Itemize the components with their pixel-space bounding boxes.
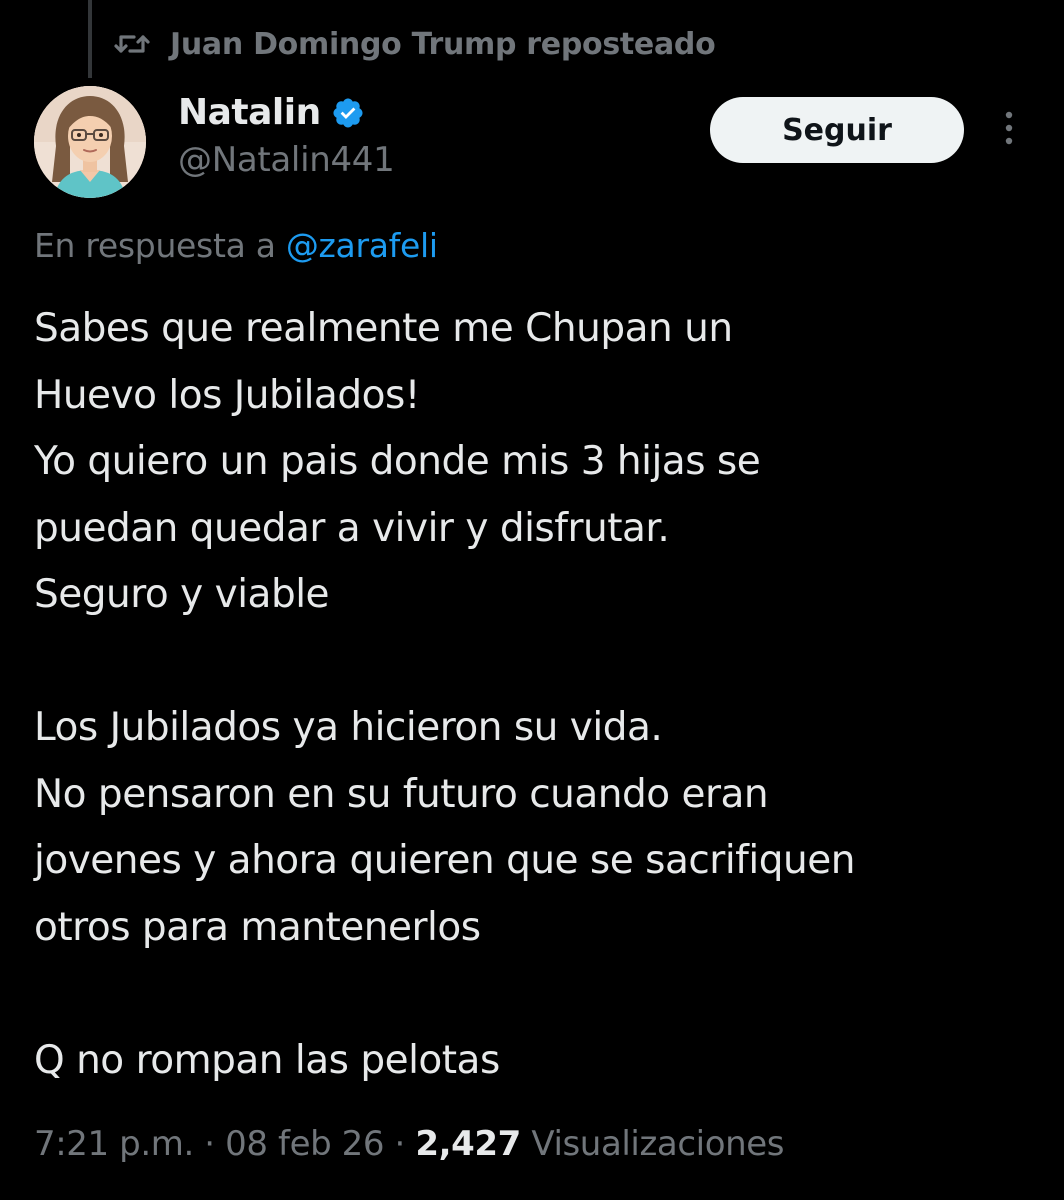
author-handle[interactable]: @Natalin441: [178, 140, 395, 180]
views-label: Visualizaciones: [520, 1124, 785, 1164]
reply-mention-link[interactable]: @zarafeli: [286, 226, 438, 265]
tweet-line: Yo quiero un pais donde mis 3 hijas se: [34, 439, 761, 484]
tweet-line: Seguro y viable: [34, 572, 330, 617]
more-options-button[interactable]: [994, 110, 1024, 150]
tweet-line: Los Jubilados ya hicieron su vida.: [34, 705, 663, 750]
meta-separator: ·: [384, 1124, 416, 1164]
tweet-time[interactable]: 7:21 p.m.: [34, 1124, 194, 1164]
meta-separator: ·: [193, 1124, 226, 1164]
tweet-line: [34, 961, 1044, 1028]
tweet-line: Huevo los Jubilados!: [34, 372, 420, 418]
repost-label[interactable]: Juan Domingo Trump reposteado: [170, 27, 716, 62]
tweet-date[interactable]: 08 feb 26: [225, 1124, 384, 1164]
repost-icon: [114, 29, 150, 59]
tweet-line: puedan quedar a vivir y disfrutar.: [34, 505, 670, 551]
tweet-metadata: 7:21 p.m. · 08 feb 26 · 2,427 Visualizac…: [34, 1124, 784, 1164]
author-display-name[interactable]: Natalin: [178, 92, 321, 133]
tweet-line: jovenes y ahora quieren que se sacrifiqu…: [34, 838, 855, 883]
views-count: 2,427: [415, 1124, 521, 1164]
tweet-line: No pensaron en su futuro cuando eran: [34, 771, 769, 817]
thread-connector-line: [88, 0, 92, 78]
tweet-line: Q no rompan las pelotas: [34, 1037, 500, 1083]
tweet-line: otros para mantenerlos: [34, 904, 481, 950]
avatar[interactable]: [34, 86, 146, 198]
tweet-line: Sabes que realmente me Chupan un: [34, 306, 733, 351]
tweet-text: Sabes que realmente me Chupan un Huevo l…: [34, 296, 1044, 1094]
follow-button[interactable]: Seguir: [710, 97, 964, 163]
repost-context: Juan Domingo Trump reposteado: [114, 22, 716, 66]
tweet-line: [34, 629, 1044, 696]
more-vertical-icon: [1003, 110, 1015, 150]
author-name-row: Natalin: [178, 92, 365, 133]
verified-badge-icon: [331, 96, 365, 130]
reply-context-prefix: En respuesta a: [34, 226, 286, 265]
reply-context: En respuesta a @zarafeli: [34, 226, 438, 265]
